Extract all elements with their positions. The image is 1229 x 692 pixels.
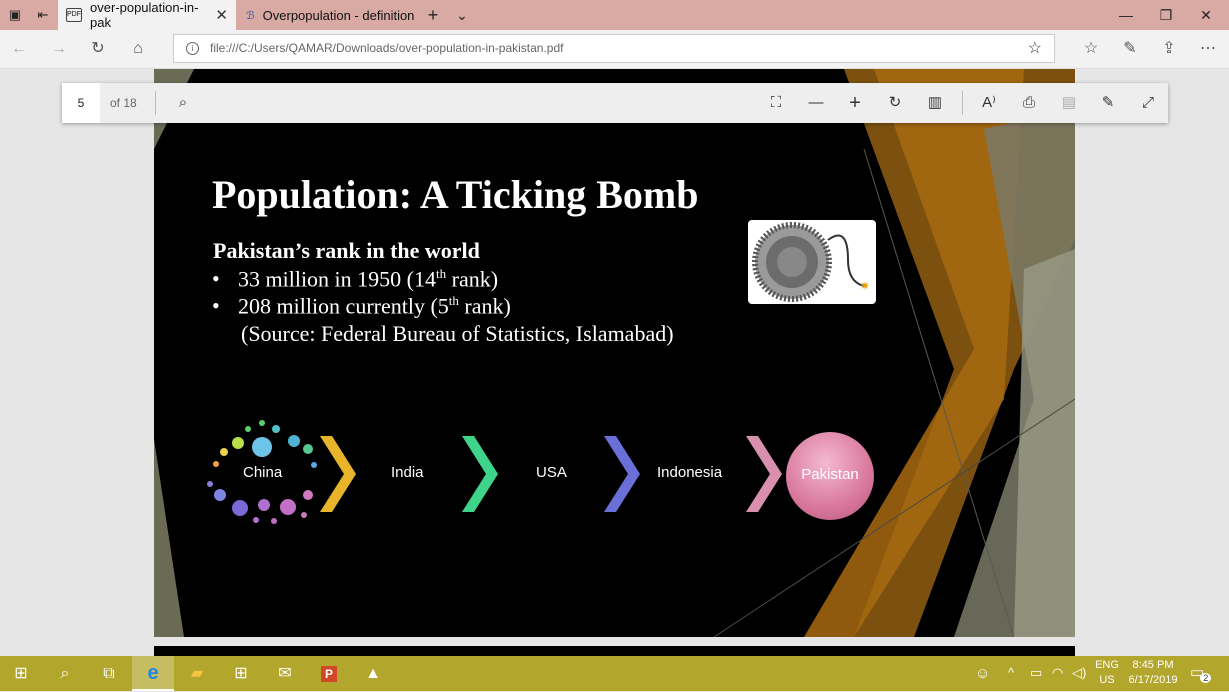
taskbar: ⊞ ⌕ ⧉ e ▰ ⊞ ✉ P ▲ ☺ ^ ▭ ◠ ◁) ENG US 8:45… [0, 656, 1229, 691]
divider [962, 91, 963, 115]
tab-label: over-population-in-pak [90, 0, 199, 30]
pdf-viewer: Population: A Ticking Bomb Pakistan’s ra… [0, 69, 1229, 656]
divider [155, 91, 156, 115]
bomb-image: ✷ [748, 220, 876, 304]
chevron-down-icon[interactable]: ⌄ [453, 6, 471, 24]
page-count: of 18 [110, 96, 137, 110]
zoom-out-icon[interactable]: — [805, 92, 827, 114]
task-view-icon[interactable]: ⧉ [88, 656, 130, 691]
save-icon[interactable]: ▤ [1058, 92, 1080, 114]
share-icon[interactable]: ⇪ [1158, 38, 1180, 60]
svg-text:✷: ✷ [860, 279, 870, 293]
wifi-icon[interactable]: ◠ [1052, 665, 1063, 681]
info-icon[interactable]: i [186, 42, 199, 55]
navigation-bar: ← → ↻ ⌂ i file:///C:/Users/QAMAR/Downloa… [0, 30, 1229, 69]
flow-label-china: China [243, 464, 283, 481]
save-as-icon[interactable]: ✎ [1097, 92, 1119, 114]
tab-definition[interactable]: ℬ Overpopulation - definition [238, 0, 418, 30]
search-icon[interactable]: ⌕ [44, 656, 86, 691]
edge-icon[interactable]: e [132, 656, 174, 691]
chevron-up-icon[interactable]: ^ [1008, 665, 1014, 680]
people-icon[interactable]: ☺ [975, 665, 990, 682]
minimize-button[interactable]: — [1106, 0, 1146, 30]
store-icon[interactable]: ⊞ [220, 656, 262, 691]
chevron-4 [746, 436, 782, 512]
address-text: file:///C:/Users/QAMAR/Downloads/over-po… [210, 41, 564, 55]
flow-label-india: India [391, 464, 424, 481]
clock[interactable]: 8:45 PM 6/17/2019 [1125, 659, 1181, 686]
slide: Population: A Ticking Bomb Pakistan’s ra… [154, 69, 1075, 637]
refresh-icon[interactable]: ↻ [87, 38, 109, 60]
search-icon[interactable]: ⌕ [172, 92, 194, 114]
volume-icon[interactable]: ◁) [1072, 665, 1086, 681]
fullscreen-icon[interactable]: ⤢ [1137, 92, 1159, 114]
slide-subtitle: Pakistan’s rank in the world [213, 238, 480, 263]
forward-icon[interactable]: → [48, 38, 70, 60]
chevron-3 [604, 436, 640, 512]
browser-titlebar: ▣ ⇤ PDF over-population-in-pak ✕ ℬ Overp… [0, 0, 1229, 30]
next-slide-edge [154, 646, 1075, 656]
notifications-icon[interactable]: ▭2 [1190, 663, 1215, 683]
slide-title: Population: A Ticking Bomb [212, 172, 699, 217]
home-icon[interactable]: ⌂ [127, 38, 149, 60]
print-icon[interactable]: ⎙ [1018, 92, 1040, 114]
chevron-2 [462, 436, 498, 512]
clock-date: 6/17/2019 [1128, 674, 1178, 686]
notification-count: 2 [1200, 673, 1212, 683]
windows-icon[interactable]: ⊞ [0, 656, 42, 691]
fit-page-icon[interactable]: ⛶ [765, 92, 787, 114]
bullet-2: • 208 million currently (5th rank) [212, 293, 511, 319]
slide-background-art [154, 69, 1075, 637]
set-aside-tabs-icon[interactable]: ⇤ [34, 6, 52, 24]
page-layout-icon[interactable]: ▥ [924, 92, 946, 114]
tab-pdf[interactable]: PDF over-population-in-pak ✕ [58, 0, 236, 30]
more-icon[interactable]: ⋯ [1197, 38, 1219, 60]
battery-icon[interactable]: ▭ [1030, 665, 1042, 681]
mail-icon[interactable]: ✉ [264, 656, 306, 691]
address-bar[interactable]: i file:///C:/Users/QAMAR/Downloads/over-… [173, 34, 1055, 63]
dictionary-icon: ℬ [246, 9, 255, 22]
favorites-icon[interactable]: ☆ [1080, 38, 1102, 60]
file-explorer-icon[interactable]: ▰ [176, 656, 218, 691]
pdf-toolbar: 5 of 18 ⌕ ⛶ — + ↻ ▥ A⁾ ⎙ ▤ ✎ ⤢ [62, 83, 1168, 123]
flow-label-pakistan: Pakistan [801, 466, 859, 483]
bullet-1: • 33 million in 1950 (14th rank) [212, 266, 499, 292]
pdf-icon: PDF [66, 8, 82, 22]
tab-label: Overpopulation - definition [262, 7, 415, 23]
clock-time: 8:45 PM [1132, 659, 1174, 671]
restore-button[interactable]: ❐ [1146, 0, 1186, 30]
zoom-in-icon[interactable]: + [844, 92, 866, 114]
population-bomb-icon: ✷ [752, 222, 870, 302]
favorite-star-icon[interactable]: ☆ [1028, 35, 1042, 62]
close-icon[interactable]: ✕ [215, 6, 228, 24]
photos-icon[interactable]: ▲ [352, 656, 394, 691]
read-aloud-icon[interactable]: A⁾ [978, 92, 1000, 114]
language-indicator[interactable]: ENG US [1095, 659, 1119, 686]
flow-label-indonesia: Indonesia [657, 464, 723, 481]
pen-icon[interactable]: ✎ [1119, 38, 1141, 60]
page-number-input[interactable]: 5 [62, 83, 100, 123]
new-tab-button[interactable]: + [424, 6, 442, 24]
region-code: US [1099, 674, 1115, 686]
powerpoint-icon[interactable]: P [308, 656, 350, 691]
rotate-icon[interactable]: ↻ [884, 92, 906, 114]
back-icon[interactable]: ← [8, 38, 30, 60]
lang-code: ENG [1095, 659, 1119, 671]
tab-actions-icon[interactable]: ▣ [6, 6, 24, 24]
source-note: (Source: Federal Bureau of Statistics, I… [241, 321, 674, 346]
close-window-button[interactable]: ✕ [1186, 0, 1226, 30]
chevron-1 [320, 436, 356, 512]
flow-label-usa: USA [536, 464, 567, 481]
